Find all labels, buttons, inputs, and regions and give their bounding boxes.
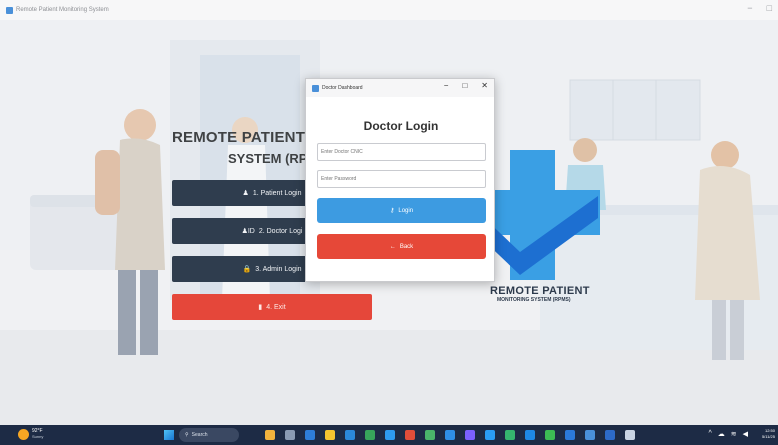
- lock-icon: 🔒: [242, 266, 252, 273]
- doctor-dashboard-dialog: Doctor Dashboard − □ ✕ Doctor Login ⚷ Lo…: [305, 78, 495, 282]
- exit-button[interactable]: ▮ 4. Exit: [172, 294, 372, 320]
- taskbar-app-icon[interactable]: [525, 430, 535, 440]
- sun-icon: [18, 428, 29, 440]
- weather-widget[interactable]: 92°F Sunny: [18, 428, 43, 440]
- taskbar-app-icon[interactable]: [285, 430, 295, 440]
- dialog-close-button[interactable]: ✕: [481, 81, 488, 90]
- taskbar-app-icon[interactable]: [425, 430, 435, 440]
- taskbar-app-icon[interactable]: [585, 430, 595, 440]
- volume-icon[interactable]: ◀: [743, 430, 748, 438]
- system-tray: ^ ☁ ≋ ◀: [708, 430, 748, 438]
- main-titlebar: Remote Patient Monitoring System − □: [0, 0, 778, 20]
- back-button[interactable]: ← Back: [317, 234, 486, 259]
- taskbar-app-icon[interactable]: [485, 430, 495, 440]
- login-button[interactable]: ⚷ Login: [317, 198, 486, 223]
- dialog-minimize-button[interactable]: −: [444, 81, 449, 90]
- taskbar-app-icon[interactable]: [405, 430, 415, 440]
- dialog-titlebar: Doctor Dashboard − □ ✕: [306, 79, 494, 97]
- app-icon: [6, 6, 13, 14]
- taskbar-app-icon[interactable]: [365, 430, 375, 440]
- maximize-button[interactable]: □: [767, 3, 772, 13]
- logo-subtitle: MONITORING SYSTEM (RPMS): [497, 297, 571, 303]
- wifi-icon[interactable]: ≋: [731, 430, 737, 438]
- taskbar-app-icon[interactable]: [265, 430, 275, 440]
- folder-icon[interactable]: [325, 430, 335, 440]
- start-button[interactable]: [164, 430, 174, 440]
- back-label: Back: [399, 243, 414, 250]
- id-card-icon: ♟ID: [241, 228, 255, 235]
- taskbar-app-icon[interactable]: [465, 430, 475, 440]
- minimize-button[interactable]: −: [747, 3, 752, 13]
- taskbar-app-icon[interactable]: [385, 430, 395, 440]
- main-window-title: Remote Patient Monitoring System: [16, 7, 109, 13]
- person-icon: ♟: [242, 190, 249, 197]
- password-input[interactable]: [317, 170, 486, 188]
- dialog-controls: − □ ✕: [444, 81, 488, 90]
- login-label: Login: [398, 207, 414, 214]
- taskbar: 92°F Sunny ⚲ Search ^ ☁ ≋ ◀ 12:50 5/11/2…: [0, 425, 778, 445]
- main-window-controls: − □: [747, 3, 772, 13]
- taskbar-app-icon[interactable]: [345, 430, 355, 440]
- clock-date: 5/11/25: [761, 434, 775, 439]
- main-window: Remote Patient Monitoring System − □ REM…: [0, 0, 778, 425]
- patient-login-label: 1. Patient Login: [252, 189, 302, 197]
- taskbar-app-icon[interactable]: [505, 430, 515, 440]
- back-arrow-icon: ←: [389, 243, 396, 250]
- taskbar-search[interactable]: ⚲ Search: [179, 428, 239, 442]
- taskbar-app-icon[interactable]: [545, 430, 555, 440]
- taskbar-app-icon[interactable]: [445, 430, 455, 440]
- taskbar-app-icon[interactable]: [305, 430, 315, 440]
- key-icon: ⚷: [389, 208, 395, 214]
- dialog-maximize-button[interactable]: □: [462, 81, 467, 90]
- taskbar-app-icon[interactable]: [605, 430, 615, 440]
- search-label: Search: [191, 432, 208, 438]
- admin-login-label: 3. Admin Login: [255, 265, 302, 273]
- search-icon: ⚲: [185, 432, 189, 438]
- cloud-icon[interactable]: ☁: [718, 430, 725, 438]
- exit-door-icon: ▮: [258, 304, 263, 311]
- chevron-up-icon[interactable]: ^: [708, 430, 711, 438]
- clock[interactable]: 12:50 5/11/25: [762, 428, 775, 440]
- logo-title: REMOTE PATIENT: [490, 285, 590, 297]
- dialog-heading: Doctor Login: [363, 119, 439, 133]
- doctor-cnic-input[interactable]: [317, 143, 486, 161]
- weather-description: Sunny: [32, 434, 44, 439]
- exit-label: 4. Exit: [266, 303, 286, 311]
- taskbar-app-icon[interactable]: [565, 430, 575, 440]
- taskbar-app-icon[interactable]: [625, 430, 635, 440]
- dialog-title: Doctor Dashboard: [322, 85, 363, 91]
- doctor-login-label: 2. Doctor Logi: [258, 227, 303, 235]
- dialog-app-icon: [312, 84, 319, 92]
